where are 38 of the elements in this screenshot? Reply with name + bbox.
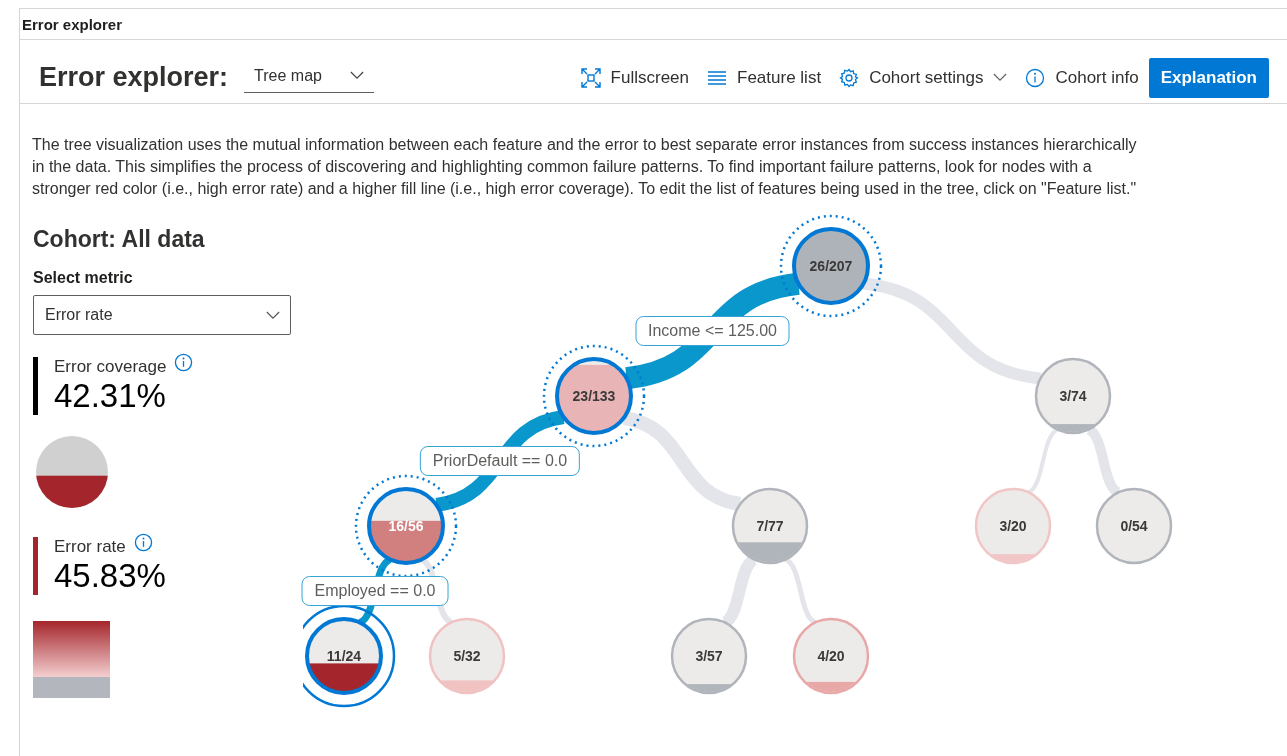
toolbar-action[interactable]: Cohort info [1025,67,1139,88]
tree-node[interactable]: 3/20 [974,487,1052,565]
cohort-title: Cohort: All data [33,226,205,253]
tree-node[interactable]: 4/20 [792,617,870,695]
stat-label: Error rate [54,537,126,557]
tree-node[interactable]: 26/207 [792,227,870,305]
tree-node[interactable]: 23/133 [555,357,633,435]
stat-value: 45.83% [54,557,166,595]
coverage-legend-drawing [36,436,108,508]
settings-icon [839,67,860,88]
stat-label: Error coverage [54,357,167,377]
toolbar-action[interactable]: Fullscreen [580,67,690,88]
toolbar-action[interactable]: Cohort settings [839,67,1008,88]
chevron-icon [993,73,1008,82]
chevron-icon [349,71,364,80]
chevron-icon [266,310,280,320]
tree-node[interactable]: 0/54 [1095,487,1173,565]
info-icon [1025,67,1046,88]
tree-node[interactable]: 11/24 [305,617,383,695]
split-condition: Employed == 0.0 [301,576,449,606]
info-icon[interactable] [133,533,153,552]
tree-node[interactable]: 3/57 [670,617,748,695]
explanation-button[interactable]: Explanation [1148,57,1269,98]
toolbar-action[interactable]: Feature list [707,67,822,88]
metric-dropdown[interactable]: Error rate [33,295,291,335]
page-title: Error explorer: [39,62,229,93]
description-text: The tree visualization uses the mutual information between each feature and the error to best separate error instances from success instances hierarchically in the data. This simplifies the process of discovering and highlighting common failure patterns. To find important failure patterns, look for nodes with a stronger red color (i.e., high error rate) and a higher fill line (i.e., high error coverage). To edit the list of features being used in the tree, click on "Feature list." [32,135,1138,199]
metric-label: Select metric [33,269,133,287]
fullscreen-icon [580,67,601,88]
tree-node[interactable]: 7/77 [731,487,809,565]
tree-node[interactable]: 3/74 [1034,357,1112,435]
panel-title: Error explorer [22,15,123,33]
view-dropdown[interactable]: Tree map [244,62,374,93]
split-condition: PriorDefault == 0.0 [419,446,581,476]
stat-value: 42.31% [54,377,166,415]
info-icon[interactable] [174,353,194,372]
split-condition: Income <= 125.00 [635,316,790,346]
tree-node[interactable]: 5/32 [428,617,506,695]
